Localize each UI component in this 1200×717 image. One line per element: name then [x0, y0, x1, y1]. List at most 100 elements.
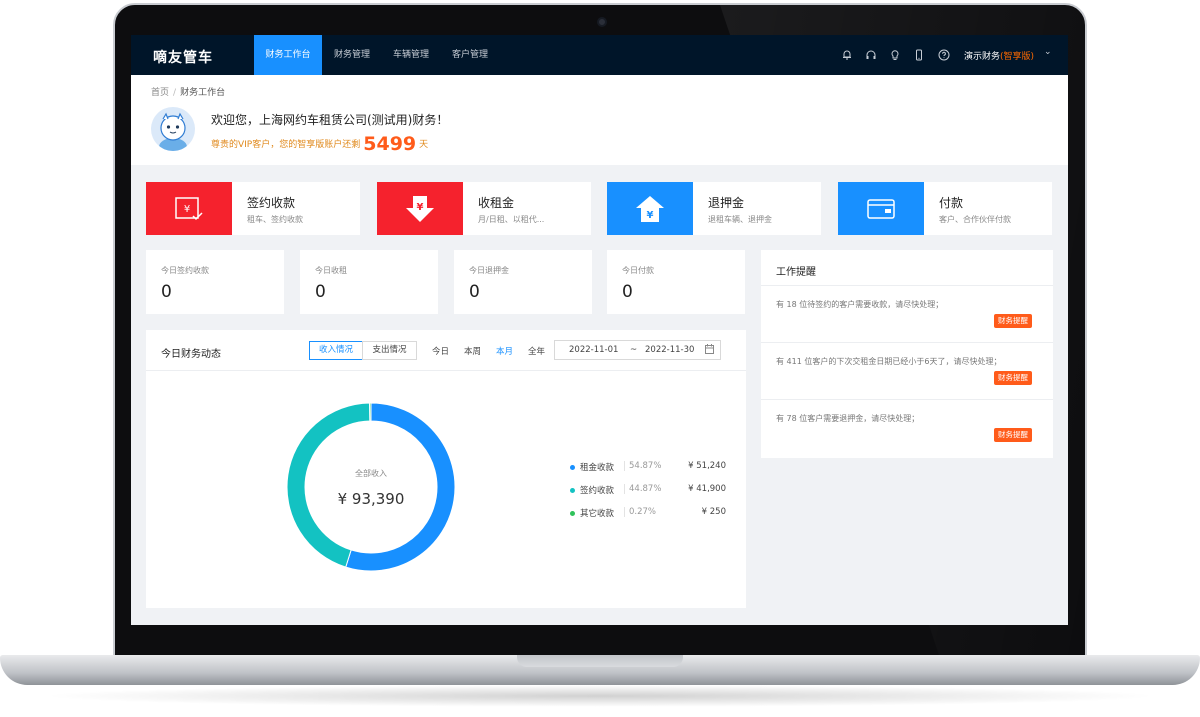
legend-percent: 54.87% — [624, 461, 661, 471]
bell-icon[interactable] — [841, 49, 853, 61]
laptop-shadow — [40, 685, 1160, 707]
legend-percent: 0.27% — [624, 507, 656, 517]
legend-amount: ¥ 250 — [701, 507, 726, 517]
action-collect-rent[interactable]: ¥ 收租金 月/日租、以租代... — [377, 182, 591, 235]
vip-suffix: 天 — [419, 140, 429, 150]
tab-vehicle-management[interactable]: 车辆管理 — [382, 35, 440, 75]
panel-title: 工作提醒 — [776, 267, 816, 278]
tab-customer-management[interactable]: 客户管理 — [440, 35, 500, 75]
reminder-text: 有 78 位客户需要退押金，请尽快处理； — [776, 414, 920, 423]
breadcrumb-home[interactable]: 首页 — [151, 88, 169, 98]
work-reminders-panel: 工作提醒 有 18 位待签约的客户需要收款，请尽快处理； 财务提醒 有 411 … — [761, 250, 1053, 458]
app-logo[interactable]: 嘀友管车 — [153, 47, 213, 67]
range-month[interactable]: 本月 — [496, 345, 513, 357]
reminder-tag[interactable]: 财务提醒 — [994, 314, 1032, 328]
action-contract-collection[interactable]: ¥ 签约收款 租车、签约收款 — [146, 182, 360, 235]
stat-today-deposit-refund: 今日退押金 0 — [454, 250, 592, 314]
panel-divider — [761, 342, 1053, 343]
svg-text:¥: ¥ — [417, 202, 424, 213]
finance-activity-panel: 今日财务动态 收入情况 支出情况 今日 本周 本月 全年 2022-11-01 … — [146, 330, 746, 608]
webcam — [597, 17, 607, 27]
chevron-down-icon[interactable]: ⌄ — [1044, 47, 1052, 57]
legend-name: 签约收款 — [580, 486, 615, 496]
legend-name: 其它收款 — [580, 509, 615, 519]
wallet-icon — [838, 182, 924, 235]
tab-finance-management[interactable]: 财务管理 — [322, 35, 382, 75]
panel-divider — [761, 399, 1053, 400]
stat-label: 今日签约收款 — [161, 266, 209, 275]
reminder-text: 有 411 位客户的下次交租金日期已经小于6天了，请尽快处理； — [776, 357, 1002, 366]
stat-value: 0 — [161, 282, 172, 302]
panel-divider — [761, 285, 1053, 286]
tab-expense[interactable]: 支出情况 — [362, 341, 417, 360]
headset-icon[interactable] — [865, 49, 877, 61]
page-header: 首页 / 财务工作台 欢迎您，上海网约车租赁公司(测试用)财务！ 尊贵的VIP客户，… — [131, 75, 1068, 165]
action-subtitle: 退租车辆、退押金 — [708, 215, 772, 224]
date-separator: ~ — [630, 345, 638, 355]
legend-percent: 44.87% — [624, 484, 661, 494]
stat-today-payment: 今日付款 0 — [607, 250, 745, 314]
user-menu[interactable]: 演示财务(智享版) — [964, 49, 1034, 62]
donut-slice-2[interactable] — [286, 402, 371, 568]
calendar-icon — [705, 344, 714, 357]
yen-down-icon: ¥ — [377, 182, 463, 235]
top-nav-bar: 嘀友管车 财务工作台 财务管理 车辆管理 客户管理 演示财务(智享版) ⌄ — [131, 35, 1068, 75]
range-today[interactable]: 今日 — [432, 345, 449, 357]
lightbulb-icon[interactable] — [889, 49, 901, 61]
reminder-text: 有 18 位待签约的客户需要收款，请尽快处理； — [776, 300, 944, 309]
user-name: 演示财务 — [964, 52, 1001, 62]
action-title: 付款 — [939, 196, 964, 210]
mobile-icon[interactable] — [913, 49, 925, 61]
legend-dot — [570, 465, 575, 470]
tab-income[interactable]: 收入情况 — [309, 341, 363, 360]
breadcrumb-current: 财务工作台 — [180, 88, 226, 98]
donut-center-total: ¥ 93,390 — [337, 490, 405, 508]
deposit-return-icon: ¥ — [607, 182, 693, 235]
panel-title: 今日财务动态 — [161, 349, 221, 360]
donut-center-label: 全部收入 — [355, 469, 387, 478]
range-year[interactable]: 全年 — [528, 345, 545, 357]
vip-days: 5499 — [363, 133, 417, 155]
donut-slice-1[interactable] — [345, 402, 456, 572]
reminder-tag[interactable]: 财务提醒 — [994, 428, 1032, 442]
welcome-message: 欢迎您，上海网约车租赁公司(测试用)财务！ — [211, 113, 449, 127]
stat-today-rent: 今日收租 0 — [300, 250, 438, 314]
action-subtitle: 租车、签约收款 — [247, 215, 303, 224]
vip-status: 尊贵的VIP客户，您的智享版账户还剩 5499 天 — [211, 133, 428, 155]
date-start: 2022-11-01 — [569, 345, 619, 355]
date-end: 2022-11-30 — [645, 345, 695, 355]
yen-check-icon: ¥ — [146, 182, 232, 235]
legend-amount: ¥ 51,240 — [688, 461, 726, 471]
vip-prefix: 尊贵的VIP客户，您的智享版账户还剩 — [211, 140, 361, 150]
stat-label: 今日退押金 — [469, 266, 509, 275]
help-icon[interactable] — [938, 49, 950, 61]
action-refund-deposit[interactable]: ¥ 退押金 退租车辆、退押金 — [607, 182, 821, 235]
stat-today-contract: 今日签约收款 0 — [146, 250, 284, 314]
stat-value: 0 — [469, 282, 480, 302]
legend-dot — [570, 488, 575, 493]
legend-name: 租金收款 — [580, 463, 615, 473]
donut-slice-3[interactable] — [369, 402, 372, 422]
svg-text:¥: ¥ — [184, 204, 190, 215]
reminder-tag[interactable]: 财务提醒 — [994, 371, 1032, 385]
app-screen: 嘀友管车 财务工作台 财务管理 车辆管理 客户管理 演示财务(智享版) ⌄ 首页… — [131, 35, 1068, 625]
avatar — [151, 107, 195, 151]
action-title: 签约收款 — [247, 196, 296, 210]
stat-label: 今日付款 — [622, 266, 654, 275]
stat-label: 今日收租 — [315, 266, 347, 275]
action-payment[interactable]: 付款 客户、合作伙伴付款 — [838, 182, 1052, 235]
svg-text:¥: ¥ — [647, 210, 654, 221]
stat-value: 0 — [622, 282, 633, 302]
range-week[interactable]: 本周 — [464, 345, 481, 357]
panel-divider — [146, 370, 746, 371]
legend-amount: ¥ 41,900 — [688, 484, 726, 494]
action-subtitle: 月/日租、以租代... — [478, 215, 545, 224]
tab-finance-workbench[interactable]: 财务工作台 — [254, 35, 322, 75]
stat-value: 0 — [315, 282, 326, 302]
date-range-picker[interactable]: 2022-11-01 ~ 2022-11-30 — [554, 340, 721, 360]
income-donut-chart — [286, 402, 456, 572]
laptop-notch — [517, 655, 683, 667]
action-title: 退押金 — [708, 196, 745, 210]
action-title: 收租金 — [478, 196, 515, 210]
breadcrumb-separator: / — [173, 88, 177, 98]
